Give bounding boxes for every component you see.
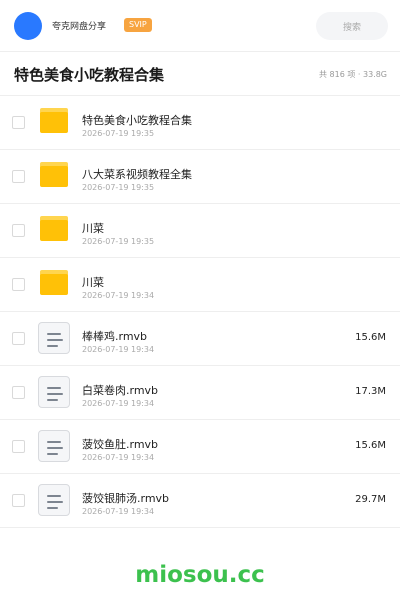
item-name: 特色美食小吃教程合集 [82, 114, 192, 127]
list-item[interactable]: 菠饺银肺汤.rmvb 2026-07-19 19:34 29.7M [0, 474, 400, 528]
search-placeholder: 搜索 [342, 23, 361, 33]
select-checkbox[interactable] [12, 386, 25, 399]
list-item[interactable]: 特色美食小吃教程合集 2026-07-19 19:35 [0, 96, 400, 150]
file-icon [38, 322, 70, 354]
list-item[interactable]: 棒棒鸡.rmvb 2026-07-19 19:34 15.6M [0, 312, 400, 366]
item-date: 2026-07-19 19:34 [82, 399, 155, 408]
item-name: 菠饺鱼肚.rmvb [82, 438, 159, 451]
item-name: 白菜卷肉.rmvb [82, 384, 159, 397]
avatar[interactable] [14, 12, 42, 40]
file-list: 特色美食小吃教程合集 2026-07-19 19:35 八大菜系视频教程全集 2… [0, 96, 400, 528]
folder-icon [38, 160, 70, 192]
item-name: 八大菜系视频教程全集 [82, 168, 192, 181]
item-name: 川菜 [82, 222, 104, 235]
select-checkbox[interactable] [12, 332, 25, 345]
item-date: 2026-07-19 19:34 [82, 345, 155, 354]
item-name: 菠饺银肺汤.rmvb [82, 492, 170, 505]
list-item[interactable]: 白菜卷肉.rmvb 2026-07-19 19:34 17.3M [0, 366, 400, 420]
folder-icon [38, 214, 70, 246]
folder-header: 特色美食小吃教程合集 共 816 项 · 33.8G [0, 52, 400, 96]
folder-summary: 共 816 项 · 33.8G [319, 70, 387, 79]
item-size: 17.3M [355, 386, 386, 397]
item-date: 2026-07-19 19:35 [82, 183, 155, 192]
file-icon [38, 376, 70, 408]
select-checkbox[interactable] [12, 116, 25, 129]
item-size: 15.6M [355, 440, 386, 451]
top-bar: 夸克网盘分享 SVIP 搜索 [0, 0, 400, 52]
item-date: 2026-07-19 19:34 [82, 507, 155, 516]
item-name: 棒棒鸡.rmvb [82, 330, 148, 343]
item-date: 2026-07-19 19:35 [82, 129, 155, 138]
list-item[interactable]: 菠饺鱼肚.rmvb 2026-07-19 19:34 15.6M [0, 420, 400, 474]
file-icon [38, 430, 70, 462]
item-date: 2026-07-19 19:35 [82, 237, 155, 246]
select-checkbox[interactable] [12, 494, 25, 507]
select-checkbox[interactable] [12, 224, 25, 237]
watermark: miosou.cc [135, 562, 265, 588]
item-size: 29.7M [355, 494, 386, 505]
page-title: 特色美食小吃教程合集 [14, 66, 165, 84]
svip-badge: SVIP [124, 18, 152, 32]
share-owner-name: 夸克网盘分享 [52, 22, 107, 32]
select-checkbox[interactable] [12, 170, 25, 183]
item-name: 川菜 [82, 276, 104, 289]
folder-icon [38, 106, 70, 138]
list-item[interactable]: 川菜 2026-07-19 19:34 [0, 258, 400, 312]
item-date: 2026-07-19 19:34 [82, 453, 155, 462]
search-input[interactable]: 搜索 [316, 12, 388, 40]
file-icon [38, 484, 70, 516]
folder-icon [38, 268, 70, 300]
list-item[interactable]: 川菜 2026-07-19 19:35 [0, 204, 400, 258]
select-checkbox[interactable] [12, 278, 25, 291]
select-checkbox[interactable] [12, 440, 25, 453]
item-size: 15.6M [355, 332, 386, 343]
item-date: 2026-07-19 19:34 [82, 291, 155, 300]
list-item[interactable]: 八大菜系视频教程全集 2026-07-19 19:35 [0, 150, 400, 204]
